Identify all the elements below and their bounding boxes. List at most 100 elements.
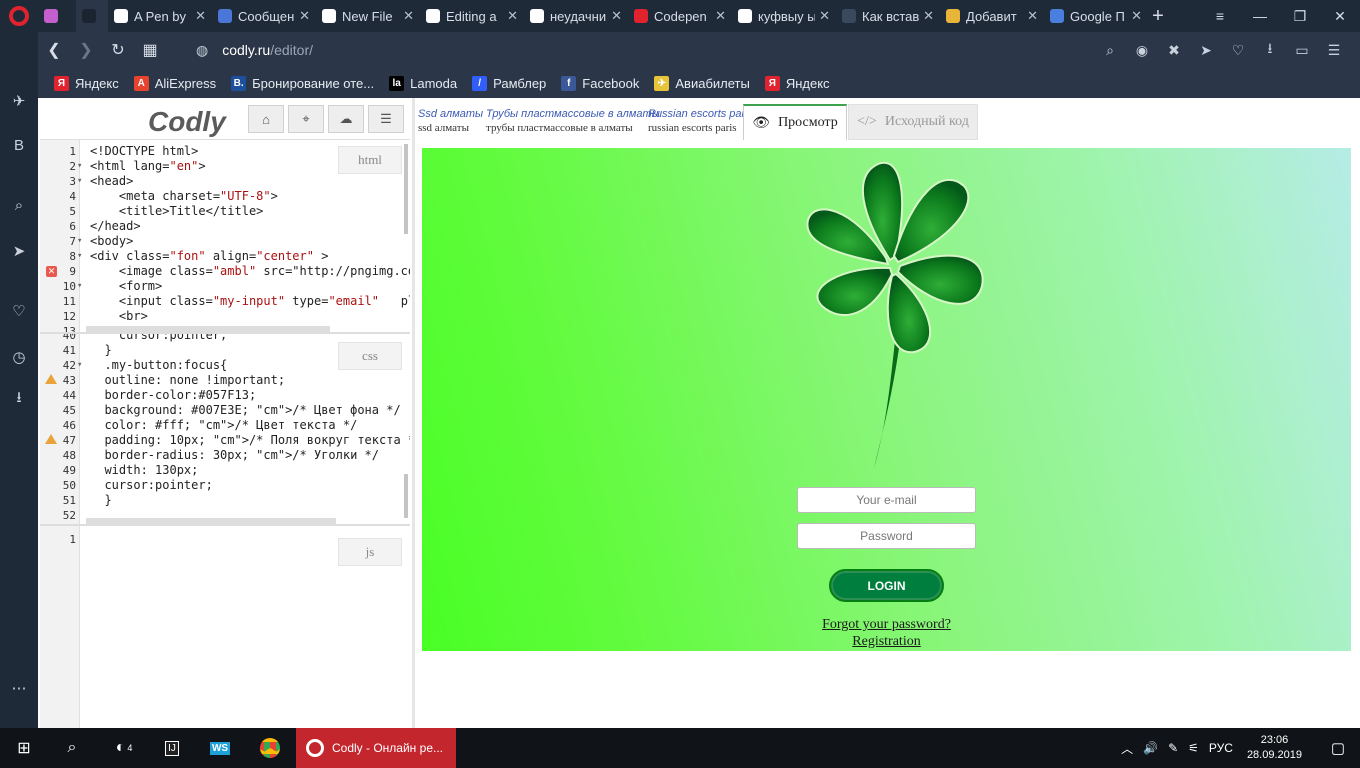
network-icon[interactable]: ⚟ — [1188, 741, 1199, 755]
send-icon[interactable]: ➤ — [8, 240, 30, 262]
opera-menu-icon[interactable] — [0, 0, 38, 32]
url-field[interactable]: ◍ codly.ru/editor/ — [196, 32, 313, 68]
taskbar-opera-app[interactable]: Codly - Онлайн ре... — [296, 728, 456, 768]
speed-dial-button[interactable]: ▦ — [134, 32, 166, 68]
bookmark-item[interactable]: Я Яндекс — [54, 75, 119, 91]
target-icon[interactable]: ⌖ — [288, 105, 324, 133]
browser-tab[interactable]: New File ✕ — [316, 0, 420, 32]
minimize-button[interactable]: — — [1240, 0, 1280, 32]
fold-icon[interactable]: ▾ — [77, 234, 82, 249]
browser-tab[interactable]: неудачни ✕ — [524, 0, 628, 32]
warning-icon[interactable] — [45, 374, 57, 384]
bookmark-item[interactable]: la Lamoda — [389, 75, 457, 91]
bookmark-item[interactable]: Я Яндекс — [764, 75, 830, 91]
menu-icon[interactable]: ☰ — [368, 105, 404, 133]
tab-preview[interactable]: 👁 Просмотр — [743, 104, 847, 140]
maximize-button[interactable]: ❐ — [1280, 0, 1320, 32]
email-field[interactable]: Your e-mail — [797, 487, 976, 513]
download-icon[interactable]: ⭳ — [1256, 32, 1284, 68]
notifications-icon[interactable]: ▢ — [1316, 739, 1360, 757]
tab-menu-icon[interactable]: ≡ — [1200, 0, 1240, 32]
pane-divider[interactable] — [412, 98, 415, 728]
bookmark-item[interactable]: A AliExpress — [133, 75, 216, 91]
battery-icon[interactable]: ▭ — [1288, 32, 1316, 68]
ad-link[interactable]: Russian escorts paris russian escorts pa… — [648, 108, 753, 134]
close-window-button[interactable]: ✕ — [1320, 0, 1360, 32]
intellij-icon[interactable]: IJ — [148, 728, 196, 768]
cloud-icon[interactable]: ☁ — [328, 105, 364, 133]
forgot-password-link[interactable]: Forgot your password? — [422, 617, 1351, 633]
login-button[interactable]: LOGIN — [829, 569, 944, 602]
horizontal-scrollbar[interactable] — [86, 518, 336, 524]
close-tab-icon[interactable]: ✕ — [503, 8, 518, 24]
ad-link[interactable]: Трубы пластмассовые в алматы трубы пласт… — [486, 108, 660, 134]
back-button[interactable]: ❮ — [38, 32, 70, 68]
bookmark-item[interactable]: ✈ Авиабилеты — [654, 75, 750, 91]
heart-icon[interactable]: ♡ — [1224, 32, 1252, 68]
warning-icon[interactable] — [45, 434, 57, 444]
browser-tab[interactable]: Google П ✕ — [1044, 0, 1148, 32]
error-icon[interactable]: ✕ — [46, 266, 57, 277]
browser-tab[interactable]: A Pen by ✕ — [108, 0, 212, 32]
ad-link-title[interactable]: Трубы пластмассовые в алматы — [486, 108, 660, 120]
search-icon[interactable]: ⌕ — [48, 728, 96, 768]
fold-icon[interactable]: ▾ — [77, 249, 82, 264]
codly-logo[interactable]: Codly — [148, 106, 226, 138]
css-pane[interactable]: css 40 cursor:pointer; 41 } 42 ▾ .my-button… — [40, 334, 410, 526]
browser-tab[interactable] — [76, 0, 108, 32]
tab-source[interactable]: </> Исходный код — [848, 104, 978, 140]
registration-link[interactable]: Registration — [422, 634, 1351, 650]
forward-button[interactable]: ❯ — [70, 32, 102, 68]
bookmark-item[interactable]: B. Бронирование оте... — [231, 75, 374, 91]
browser-tab[interactable]: Сообщен ✕ — [212, 0, 316, 32]
browser-tab[interactable]: Editing a ✕ — [420, 0, 524, 32]
html-pane[interactable]: html 1 <!DOCTYPE html> 2 ▾ <html lang="en"> 3… — [40, 140, 410, 334]
scrollbar[interactable] — [404, 144, 408, 234]
close-tab-icon[interactable]: ✕ — [399, 8, 414, 24]
app-icon[interactable]: ◐ 4 — [100, 728, 148, 768]
webstorm-icon[interactable]: WS — [196, 728, 244, 768]
browser-tab[interactable]: куфвыу ы ✕ — [732, 0, 836, 32]
scrollbar[interactable] — [404, 474, 408, 518]
windows-start-icon[interactable]: ⊞ — [0, 728, 48, 768]
chrome-icon[interactable] — [246, 728, 294, 768]
search-icon[interactable]: ⌕ — [8, 194, 30, 216]
fold-icon[interactable]: ▾ — [77, 159, 82, 174]
vk-icon[interactable]: В — [8, 134, 30, 156]
ad-link-title[interactable]: Russian escorts paris — [648, 108, 753, 120]
js-pane[interactable]: js 1 — [40, 526, 410, 728]
browser-tab[interactable]: Добавит ✕ — [940, 0, 1044, 32]
close-tab-icon[interactable]: ✕ — [919, 8, 934, 24]
heart-icon[interactable]: ♡ — [8, 300, 30, 322]
close-tab-icon[interactable]: ✕ — [1023, 8, 1038, 24]
volume-icon[interactable]: 🔊 — [1143, 741, 1158, 755]
history-icon[interactable]: ◷ — [8, 346, 30, 368]
ad-link[interactable]: Ssd алматы ssd алматы — [418, 108, 483, 134]
telegram-icon[interactable]: ✈ — [8, 90, 30, 112]
close-tab-icon[interactable]: ✕ — [607, 8, 622, 24]
clock[interactable]: 23:06 28.09.2019 — [1247, 733, 1302, 763]
camera-icon[interactable]: ◉ — [1128, 32, 1156, 68]
close-tab-icon[interactable]: ✕ — [1127, 8, 1142, 24]
download-icon[interactable]: ⭳ — [8, 388, 30, 410]
browser-tab[interactable] — [38, 0, 76, 32]
close-tab-icon[interactable]: ✕ — [711, 8, 726, 24]
browser-tab[interactable]: Codepen ✕ — [628, 0, 732, 32]
close-tab-icon[interactable]: ✕ — [191, 8, 206, 24]
fold-icon[interactable]: ▾ — [77, 174, 82, 189]
home-icon[interactable]: ⌂ — [248, 105, 284, 133]
fold-icon[interactable]: ▾ — [77, 279, 82, 294]
close-tab-icon[interactable]: ✕ — [815, 8, 830, 24]
bookmark-item[interactable]: / Рамблер — [472, 75, 546, 91]
browser-tab[interactable]: Как встав ✕ — [836, 0, 940, 32]
search-icon[interactable]: ⌕ — [1096, 32, 1124, 68]
fold-icon[interactable]: ▾ — [77, 358, 82, 373]
reload-button[interactable]: ↻ — [102, 32, 134, 68]
easy-setup-icon[interactable]: ☰ — [1320, 32, 1348, 68]
chevron-up-icon[interactable]: ︿ — [1121, 740, 1133, 757]
password-field[interactable]: Password — [797, 523, 976, 549]
send-icon[interactable]: ➤ — [1192, 32, 1220, 68]
language-indicator[interactable]: РУС — [1209, 741, 1233, 755]
adblock-icon[interactable]: ✖ — [1160, 32, 1188, 68]
pen-icon[interactable]: ✎ — [1168, 741, 1178, 755]
